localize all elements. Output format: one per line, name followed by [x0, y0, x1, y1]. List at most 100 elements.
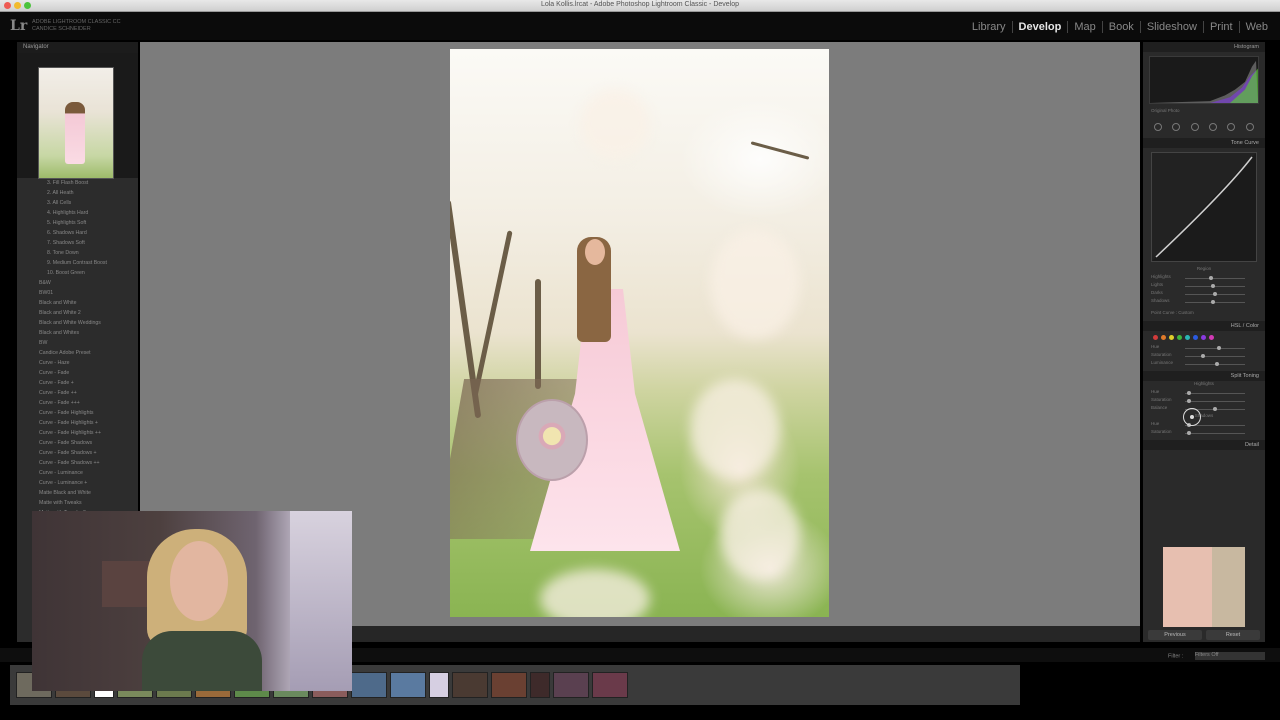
preset-folder[interactable]: Black and White Weddings	[17, 318, 138, 328]
module-web[interactable]: Web	[1238, 21, 1274, 33]
navigator-thumbnail[interactable]	[38, 67, 114, 179]
slider-track[interactable]	[1185, 356, 1245, 357]
hsl-slider-saturation[interactable]: Saturation	[1151, 352, 1257, 360]
slider-track[interactable]	[1185, 302, 1245, 303]
slider-knob[interactable]	[1187, 399, 1191, 403]
filmstrip-thumbnail[interactable]	[390, 672, 426, 698]
module-library[interactable]: Library	[966, 21, 1012, 33]
preset-item[interactable]: 3. All Cells	[17, 198, 138, 208]
preset-folder[interactable]: Curve - Fade Highlights	[17, 408, 138, 418]
detail-preview[interactable]	[1163, 547, 1245, 627]
curve-slider-highlights[interactable]: Highlights	[1151, 274, 1257, 282]
point-curve-select[interactable]: Point Curve : Custom	[1151, 310, 1257, 318]
slider-track[interactable]	[1185, 286, 1245, 287]
preset-item[interactable]: 8. Tone Down	[17, 248, 138, 258]
red-eye-icon[interactable]	[1190, 123, 1199, 131]
preset-folder[interactable]: Matte with Tweaks	[17, 498, 138, 508]
preset-item[interactable]: 10. Boost Green	[17, 268, 138, 278]
preset-folder[interactable]: Curve - Fade +++	[17, 398, 138, 408]
preset-folder[interactable]: Curve - Luminance	[17, 468, 138, 478]
preset-folder[interactable]: BW01	[17, 288, 138, 298]
split-highlights-hue[interactable]: Hue	[1151, 389, 1257, 397]
curve-slider-darks[interactable]: Darks	[1151, 290, 1257, 298]
filmstrip-thumbnail[interactable]	[491, 672, 527, 698]
split-toning-header[interactable]: Split Toning	[1143, 371, 1265, 381]
preset-folder[interactable]: Curve - Fade Shadows ++	[17, 458, 138, 468]
module-develop[interactable]: Develop	[1011, 21, 1068, 33]
preset-folder[interactable]: Curve - Fade Highlights +	[17, 418, 138, 428]
preset-folder[interactable]: B&W	[17, 278, 138, 288]
preset-folder[interactable]: Curve - Fade Shadows +	[17, 448, 138, 458]
slider-knob[interactable]	[1187, 431, 1191, 435]
purple-swatch[interactable]	[1201, 335, 1206, 340]
navigator-header[interactable]: Navigator	[17, 42, 138, 53]
point-curve-value[interactable]: Custom	[1178, 310, 1194, 315]
slider-knob[interactable]	[1209, 276, 1213, 280]
hsl-slider-luminance[interactable]: Luminance	[1151, 360, 1257, 368]
blue-swatch[interactable]	[1193, 335, 1198, 340]
filmstrip-thumbnail[interactable]	[452, 672, 488, 698]
preset-folder[interactable]: BW	[17, 338, 138, 348]
module-map[interactable]: Map	[1067, 21, 1101, 33]
spot-removal-icon[interactable]	[1172, 123, 1181, 131]
filter-select[interactable]: Filters Off	[1194, 652, 1265, 660]
preset-folder[interactable]: Curve - Luminance +	[17, 478, 138, 488]
split-shadows-saturation[interactable]: Saturation	[1151, 429, 1257, 437]
orange-swatch[interactable]	[1161, 335, 1166, 340]
green-swatch[interactable]	[1177, 335, 1182, 340]
slider-knob[interactable]	[1215, 362, 1219, 366]
preset-item[interactable]: 7. Shadows Soft	[17, 238, 138, 248]
preset-item[interactable]: 9. Medium Contrast Boost	[17, 258, 138, 268]
slider-knob[interactable]	[1211, 300, 1215, 304]
radial-filter-icon[interactable]	[1227, 123, 1236, 131]
split-shadows-hue[interactable]: Hue	[1151, 421, 1257, 429]
filmstrip-thumbnail[interactable]	[351, 672, 387, 698]
module-slideshow[interactable]: Slideshow	[1139, 21, 1203, 33]
original-photo-toggle[interactable]: Original Photo	[1151, 108, 1257, 116]
tone-curve-header[interactable]: Tone Curve	[1143, 138, 1265, 148]
magenta-swatch[interactable]	[1209, 335, 1214, 340]
histogram[interactable]	[1149, 56, 1259, 104]
graduated-filter-icon[interactable]	[1209, 123, 1218, 131]
preset-item[interactable]: 3. Fill Flash Boost	[17, 178, 138, 188]
preset-folder[interactable]: Black and Whites	[17, 328, 138, 338]
preset-folder[interactable]: Curve - Fade ++	[17, 388, 138, 398]
slider-knob[interactable]	[1187, 391, 1191, 395]
preset-folder[interactable]: Black and White 2	[17, 308, 138, 318]
reset-button[interactable]: Reset	[1206, 630, 1260, 640]
detail-header[interactable]: Detail	[1143, 440, 1265, 450]
preset-folder[interactable]: Black and White	[17, 298, 138, 308]
filmstrip-thumbnail[interactable]	[592, 672, 628, 698]
preset-folder[interactable]: Curve - Fade	[17, 368, 138, 378]
yellow-swatch[interactable]	[1169, 335, 1174, 340]
slider-track[interactable]	[1185, 278, 1245, 279]
preset-item[interactable]: 6. Shadows Hard	[17, 228, 138, 238]
module-book[interactable]: Book	[1101, 21, 1140, 33]
red-swatch[interactable]	[1153, 335, 1158, 340]
preset-folder[interactable]: Curve - Fade +	[17, 378, 138, 388]
preset-folder[interactable]: Curve - Haze	[17, 358, 138, 368]
slider-track[interactable]	[1185, 393, 1245, 394]
crop-tool-icon[interactable]	[1154, 123, 1163, 131]
module-print[interactable]: Print	[1202, 21, 1239, 33]
slider-track[interactable]	[1185, 401, 1245, 402]
slider-track[interactable]	[1185, 348, 1245, 349]
preset-folder[interactable]: Curve - Fade Shadows	[17, 438, 138, 448]
hsl-slider-hue[interactable]: Hue	[1151, 344, 1257, 352]
split-balance[interactable]: Balance	[1151, 405, 1257, 413]
hsl-header[interactable]: HSL / Color	[1143, 321, 1265, 331]
filmstrip-thumbnail[interactable]	[530, 672, 550, 698]
slider-knob[interactable]	[1201, 354, 1205, 358]
slider-knob[interactable]	[1213, 292, 1217, 296]
slider-track[interactable]	[1185, 433, 1245, 434]
preset-folder[interactable]: Matte Black and White	[17, 488, 138, 498]
preset-item[interactable]: 4. Highlights Hard	[17, 208, 138, 218]
preset-item[interactable]: 2. All Heath	[17, 188, 138, 198]
aqua-swatch[interactable]	[1185, 335, 1190, 340]
slider-knob[interactable]	[1211, 284, 1215, 288]
slider-knob[interactable]	[1217, 346, 1221, 350]
preset-folder[interactable]: Candice Adobe Preset	[17, 348, 138, 358]
main-photo[interactable]	[450, 49, 829, 617]
slider-knob[interactable]	[1213, 407, 1217, 411]
preset-item[interactable]: 5. Highlights Soft	[17, 218, 138, 228]
